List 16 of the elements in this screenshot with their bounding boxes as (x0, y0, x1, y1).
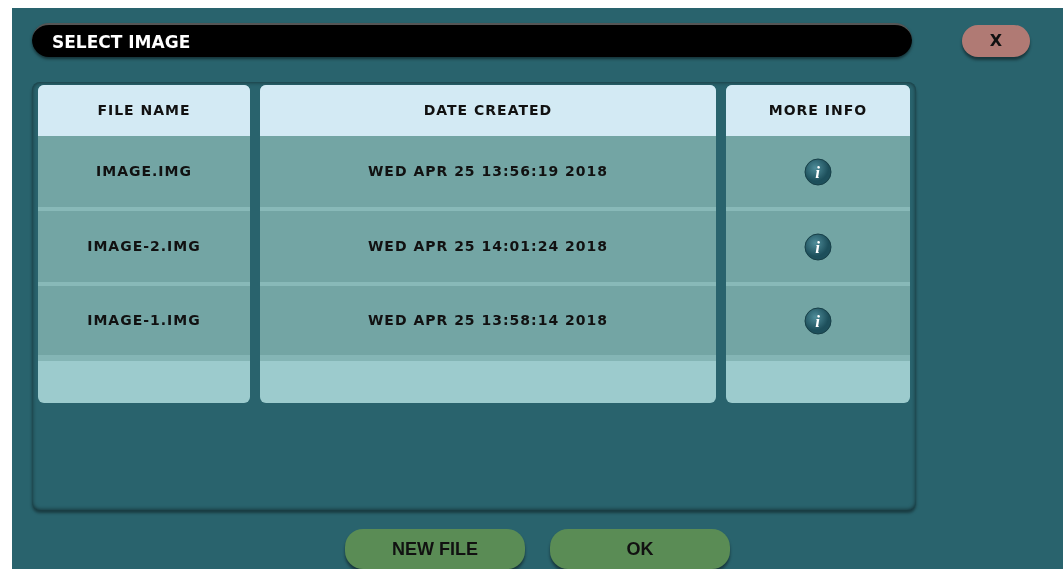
table-cell: WED APR 25 13:58:14 2018 (260, 286, 716, 361)
table-cell: IMAGE-2.IMG (38, 211, 250, 286)
table-cell: IMAGE.IMG (38, 136, 250, 211)
info-icon[interactable]: i (802, 305, 833, 336)
info-icon[interactable]: i (802, 231, 833, 262)
close-button[interactable]: X (962, 25, 1030, 57)
action-button[interactable]: OK (550, 529, 730, 569)
table-cell: WED APR 25 13:56:19 2018 (260, 136, 716, 211)
column-header: DATE CREATED (260, 85, 716, 136)
action-button[interactable]: NEW FILE (345, 529, 525, 569)
info-icon[interactable]: i (802, 156, 833, 187)
column-header: FILE NAME (38, 85, 250, 136)
column-header: MORE INFO (725, 85, 910, 136)
table-cell: IMAGE-1.IMG (38, 286, 250, 361)
window-title: SELECT IMAGE (32, 23, 912, 57)
table-cell: WED APR 25 14:01:24 2018 (260, 211, 716, 286)
